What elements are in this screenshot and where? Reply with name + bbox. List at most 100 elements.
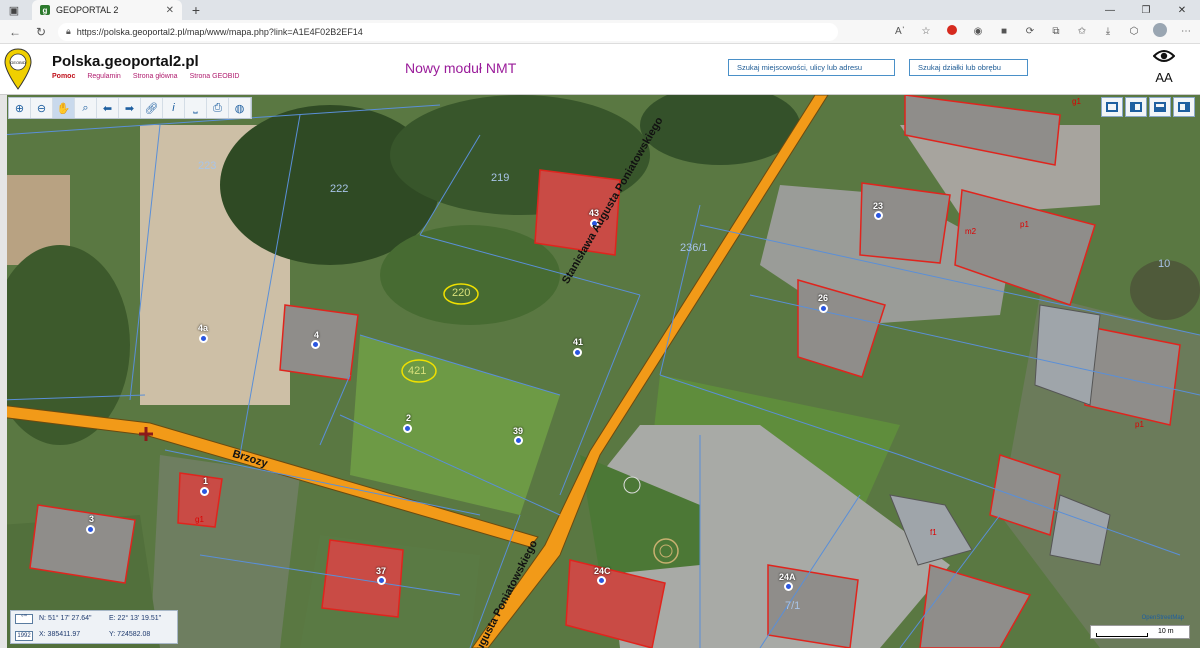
address-label: 24C xyxy=(594,566,611,576)
split-screen-icon[interactable]: ⧉ xyxy=(1048,26,1064,37)
layout-right-panel-icon[interactable] xyxy=(1173,97,1195,117)
new-tab-icon[interactable]: + xyxy=(186,2,206,18)
extension-3-icon[interactable]: ■ xyxy=(996,26,1012,37)
address-pin[interactable] xyxy=(573,348,582,357)
reload-icon[interactable]: ↻ xyxy=(32,25,50,39)
address-label: 3 xyxy=(89,514,95,524)
favorite-icon[interactable]: ☆ xyxy=(918,26,934,37)
address-label: 4a xyxy=(198,323,209,333)
address-label: 4 xyxy=(314,330,320,340)
nmt-module-link[interactable]: Nowy moduł NMT xyxy=(405,60,516,76)
eye-icon[interactable] xyxy=(1152,49,1176,63)
zoom-in-icon[interactable]: ⊕ xyxy=(9,98,31,118)
plot-number: 222 xyxy=(330,183,349,195)
address-pin[interactable] xyxy=(514,436,523,445)
tab-title: GEOPORTAL 2 xyxy=(56,5,119,15)
address-label: 41 xyxy=(573,337,584,347)
browser-tab[interactable]: g GEOPORTAL 2 ✕ xyxy=(32,0,182,20)
coordinates-panel: °′″ 1992 N: 51° 17' 27.64" E: 22° 13' 19… xyxy=(10,610,178,644)
map-view[interactable]: 223 222 219 236/1 10 220 421 43 41 4 4a … xyxy=(0,95,1200,648)
coord-e: E: 22° 13' 19.51" xyxy=(109,615,162,622)
coordinate-format-icon[interactable]: °′″ xyxy=(15,614,33,624)
address-pin[interactable] xyxy=(200,487,209,496)
address-label: 37 xyxy=(376,566,387,576)
address-label: 39 xyxy=(513,426,524,436)
restore-icon[interactable]: ❐ xyxy=(1128,5,1164,16)
pan-icon[interactable]: ✋ xyxy=(53,98,75,118)
site-favicon-icon: g xyxy=(40,5,50,15)
epsg-selector[interactable]: 1992 xyxy=(15,631,33,641)
close-window-icon[interactable]: ✕ xyxy=(1164,5,1200,16)
geobid-logo[interactable]: GEOBID xyxy=(4,47,32,91)
terms-link[interactable]: Regulamin xyxy=(87,73,120,80)
plot-number: 236/1 xyxy=(680,242,708,254)
tab-actions-icon[interactable]: ▣ xyxy=(0,0,28,20)
building-tag: f1 xyxy=(930,528,937,537)
building-tag: m2 xyxy=(965,227,977,236)
forward-arrow-icon[interactable]: ➡ xyxy=(119,98,141,118)
link-icon[interactable]: 🔗︎ xyxy=(141,98,163,118)
globe-icon[interactable]: ◍ xyxy=(229,98,251,118)
address-pin[interactable] xyxy=(377,576,386,585)
logo-text: GEOBID xyxy=(10,60,26,65)
font-size-toggle[interactable]: AA xyxy=(1152,70,1176,85)
plot-number: 10 xyxy=(1158,258,1171,270)
profile-avatar[interactable] xyxy=(1152,23,1168,40)
building-tag: g1 xyxy=(195,515,204,524)
scale-bar: OpenStreetMap 10 m xyxy=(1090,615,1190,643)
extensions-icon[interactable]: ⬡ xyxy=(1126,26,1142,37)
map-credit[interactable]: OpenStreetMap xyxy=(1142,615,1184,621)
coord-n: N: 51° 17' 27.64" xyxy=(39,615,92,622)
address-pin[interactable] xyxy=(784,582,793,591)
address-label: 24A xyxy=(779,572,796,582)
address-pin[interactable] xyxy=(874,211,883,220)
layout-full-icon[interactable] xyxy=(1101,97,1123,117)
layout-split-icon[interactable] xyxy=(1149,97,1171,117)
highlighted-plot-number[interactable]: 421 xyxy=(408,365,426,377)
extension-2-icon[interactable]: ◉ xyxy=(970,26,986,37)
site-header: GEOBID Polska.geoportal2.pl Pomoc Regula… xyxy=(0,45,1200,95)
close-tab-icon[interactable]: ✕ xyxy=(166,5,174,16)
zoom-box-icon[interactable]: ⌕ xyxy=(75,98,97,118)
read-aloud-icon[interactable]: A᾽ xyxy=(892,26,908,37)
address-pin[interactable] xyxy=(403,424,412,433)
home-link[interactable]: Strona główna xyxy=(133,73,178,80)
menu-icon[interactable]: ⋯ xyxy=(1178,26,1194,37)
back-icon[interactable]: ← xyxy=(6,25,24,39)
geobid-link[interactable]: Strona GEOBID xyxy=(190,73,240,80)
address-label: 1 xyxy=(203,476,209,486)
minimize-icon[interactable]: — xyxy=(1092,5,1128,16)
address-pin[interactable] xyxy=(597,576,606,585)
refresh-ext-icon[interactable]: ⟳ xyxy=(1022,26,1038,37)
search-plot-button[interactable]: Szukaj działki lub obrębu xyxy=(909,59,1028,76)
back-arrow-icon[interactable]: ⬅ xyxy=(97,98,119,118)
coord-y: Y: 724582.08 xyxy=(109,631,151,638)
building-tag: p1 xyxy=(1135,420,1144,429)
extension-icon[interactable] xyxy=(944,25,960,38)
address-pin[interactable] xyxy=(819,304,828,313)
scale-label: 10 m xyxy=(1158,628,1174,635)
address-label: 2 xyxy=(406,413,412,423)
zoom-out-icon[interactable]: ⊖ xyxy=(31,98,53,118)
print-icon[interactable]: ⎙ xyxy=(207,98,229,118)
search-address-button[interactable]: Szukaj miejscowości, ulicy lub adresu xyxy=(728,59,895,76)
address-label: 26 xyxy=(818,293,829,303)
favorites-icon[interactable]: ✩ xyxy=(1074,26,1090,37)
measure-icon[interactable]: ⎵ xyxy=(185,98,207,118)
browser-addressbar: ← ↻ 🔒︎ https://polska.geoportal2.pl/map/… xyxy=(0,20,1200,44)
info-icon[interactable]: i xyxy=(163,98,185,118)
building-tag: g1 xyxy=(1072,97,1081,106)
plot-number: 219 xyxy=(491,172,510,184)
address-pin[interactable] xyxy=(86,525,95,534)
layout-toolbar xyxy=(1101,97,1195,117)
map-toolbar: ⊕ ⊖ ✋ ⌕ ⬅ ➡ 🔗︎ i ⎵ ⎙ ◍ xyxy=(8,97,252,119)
highlighted-plot-number[interactable]: 220 xyxy=(452,287,470,299)
address-pin[interactable] xyxy=(199,334,208,343)
downloads-icon[interactable]: ⤓ xyxy=(1100,26,1116,37)
lock-icon: 🔒︎ xyxy=(66,26,71,36)
help-link[interactable]: Pomoc xyxy=(52,73,75,80)
map-left-border xyxy=(0,95,7,648)
address-pin[interactable] xyxy=(311,340,320,349)
layout-left-panel-icon[interactable] xyxy=(1125,97,1147,117)
url-field[interactable]: 🔒︎ https://polska.geoportal2.pl/map/www/… xyxy=(58,22,838,41)
